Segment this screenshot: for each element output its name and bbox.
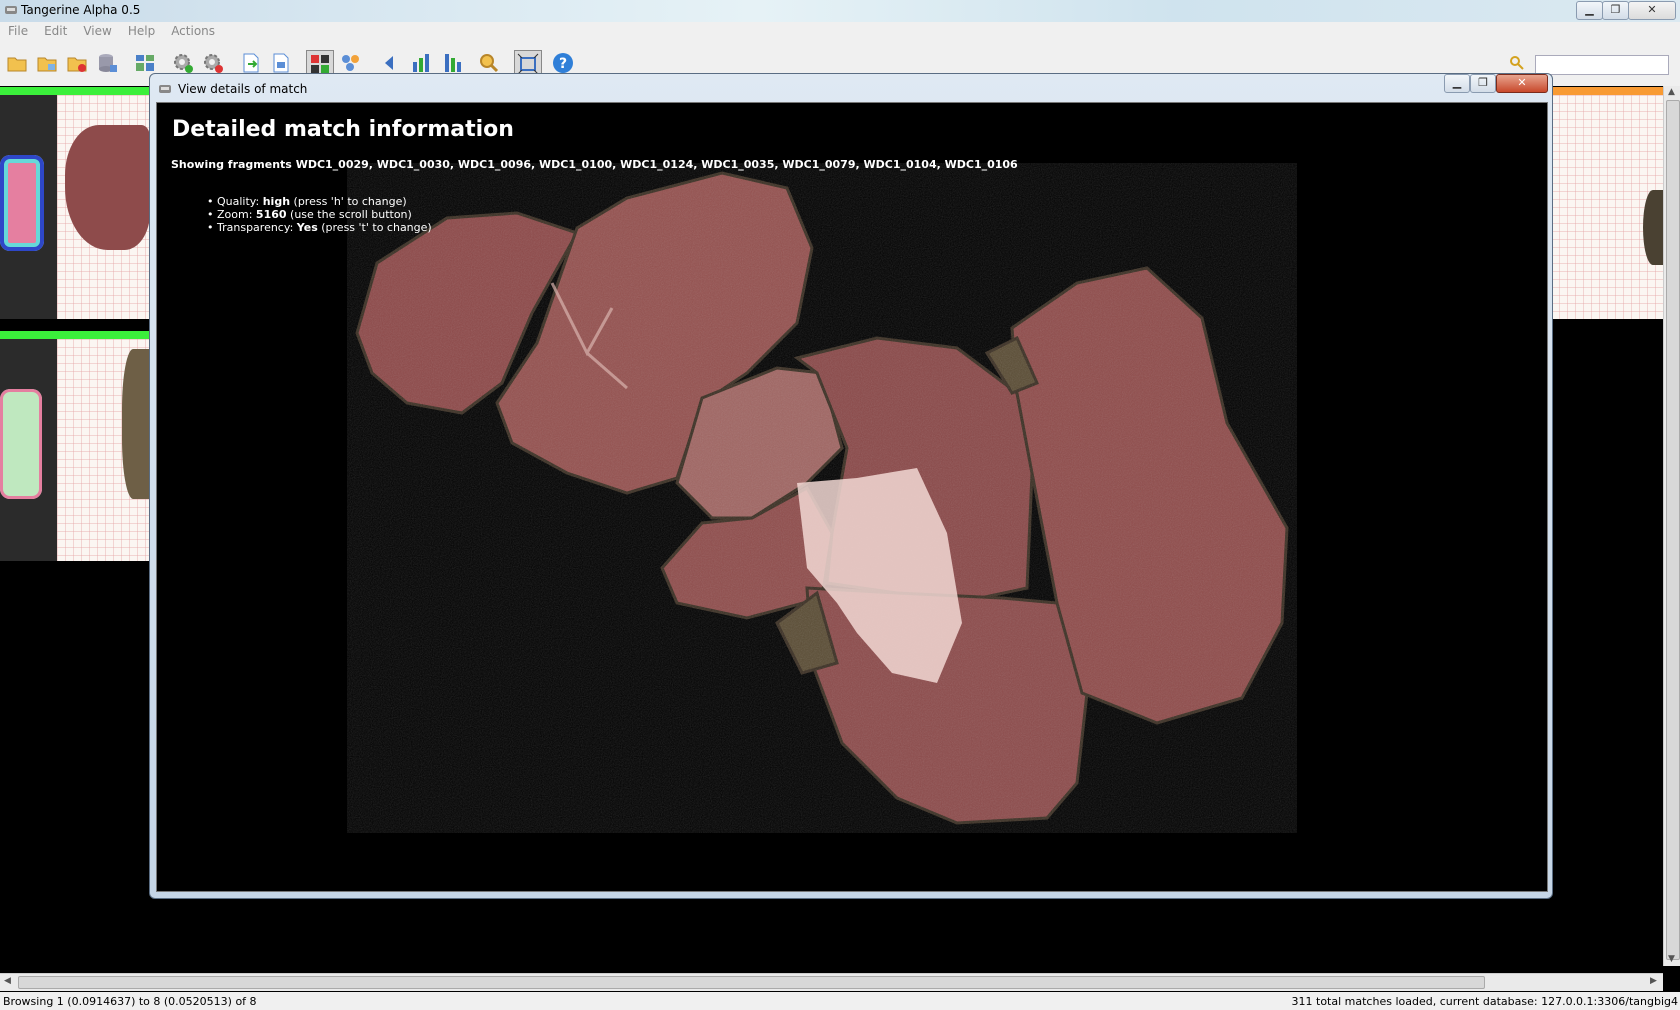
menu-bar: File Edit View Help Actions <box>0 22 1680 42</box>
quality-label: Quality: <box>217 195 263 208</box>
match-paper-view[interactable] <box>57 95 150 319</box>
vertical-scrollbar[interactable]: ▲ ▼ <box>1663 86 1680 966</box>
app-icon <box>5 6 17 14</box>
match-thumbnail[interactable] <box>0 95 57 319</box>
dialog-title: View details of match <box>178 82 308 96</box>
vertical-scroll-thumb[interactable] <box>1666 100 1680 960</box>
back-arrow-icon[interactable] <box>378 52 400 74</box>
menu-view[interactable]: View <box>75 22 119 40</box>
quality-hint: (press 'h' to change) <box>290 195 407 208</box>
settings-add-icon[interactable] <box>172 52 194 74</box>
render-settings-list: Quality: high (press 'h' to change) Zoom… <box>207 195 432 234</box>
scroll-down-arrow-icon[interactable]: ▼ <box>1668 954 1675 964</box>
menu-actions[interactable]: Actions <box>163 22 223 40</box>
fragment-preview <box>65 125 150 250</box>
maximize-button[interactable]: ❐ <box>1602 1 1629 20</box>
match-paper-view[interactable] <box>1551 95 1663 319</box>
transparency-setting: Transparency: Yes (press 't' to change) <box>207 221 432 234</box>
export-icon[interactable] <box>240 52 262 74</box>
status-bar: Browsing 1 (0.0914637) to 8 (0.0520513) … <box>0 992 1680 1010</box>
scroll-up-arrow-icon[interactable]: ▲ <box>1668 87 1675 97</box>
browsing-status: Browsing 1 (0.0914637) to 8 (0.0520513) … <box>3 995 257 1008</box>
fragments-list: Showing fragments WDC1_0029, WDC1_0030, … <box>171 158 1018 171</box>
zoom-setting: Zoom: 5160 (use the scroll button) <box>207 208 432 221</box>
transparency-hint: (press 't' to change) <box>317 221 432 234</box>
match-score-bar <box>0 87 150 95</box>
layout-icon[interactable] <box>134 52 156 74</box>
zoom-value: 5160 <box>255 208 287 221</box>
scroll-right-arrow-icon[interactable]: ▶ <box>1650 976 1657 986</box>
search-input[interactable] <box>1535 55 1669 75</box>
open-folder-icon[interactable] <box>36 52 58 74</box>
zoom-hint: (use the scroll button) <box>286 208 412 221</box>
zoom-label: Zoom: <box>217 208 256 221</box>
dialog-minimize-button[interactable]: ▁ <box>1444 74 1470 93</box>
fragment-heatmap <box>0 155 44 251</box>
search-icon <box>1510 56 1524 70</box>
zoom-search-icon[interactable] <box>478 52 500 74</box>
scroll-left-arrow-icon[interactable]: ◀ <box>4 976 11 986</box>
match-paper-view[interactable] <box>57 339 150 561</box>
fragments-label: Showing fragments <box>171 158 296 171</box>
match-thumbnail[interactable] <box>0 339 57 561</box>
minimize-button[interactable]: ▁ <box>1576 1 1603 20</box>
menu-file[interactable]: File <box>0 22 36 40</box>
settings-remove-icon[interactable] <box>202 52 224 74</box>
folder-delete-icon[interactable] <box>66 52 88 74</box>
app-icon <box>159 85 171 93</box>
export-page-icon[interactable] <box>270 52 292 74</box>
svg-text:?: ? <box>559 56 567 72</box>
sort-descending-icon[interactable] <box>442 52 464 74</box>
cluster-icon[interactable] <box>340 52 362 74</box>
quality-value: high <box>262 195 291 208</box>
window-titlebar: Tangerine Alpha 0.5 ▁ ❐ ✕ <box>0 0 1680 22</box>
match-score-bar <box>1551 87 1663 95</box>
match-score-bar <box>0 331 150 339</box>
open-folder-icon[interactable] <box>6 52 28 74</box>
close-button[interactable]: ✕ <box>1628 1 1676 20</box>
fragment-3d-viewport[interactable]: Detailed match information Showing fragm… <box>156 102 1548 892</box>
database-icon[interactable] <box>96 52 118 74</box>
fragment-preview <box>122 349 150 499</box>
sort-ascending-icon[interactable] <box>410 52 432 74</box>
fragments-names: WDC1_0029, WDC1_0030, WDC1_0096, WDC1_01… <box>295 158 1018 171</box>
fragment-preview <box>1643 190 1663 265</box>
window-title: Tangerine Alpha 0.5 <box>21 3 141 17</box>
dialog-maximize-button[interactable]: ❐ <box>1470 74 1496 93</box>
dialog-close-button[interactable]: ✕ <box>1496 74 1548 93</box>
help-icon[interactable]: ? <box>552 52 574 74</box>
menu-edit[interactable]: Edit <box>36 22 75 40</box>
transparency-value: Yes <box>296 221 318 234</box>
horizontal-scrollbar[interactable]: ◀ ▶ <box>0 973 1663 991</box>
quality-setting: Quality: high (press 'h' to change) <box>207 195 432 208</box>
transparency-label: Transparency: <box>217 221 297 234</box>
menu-help[interactable]: Help <box>120 22 163 40</box>
database-status: 311 total matches loaded, current databa… <box>1291 995 1678 1008</box>
dialog-heading: Detailed match information <box>172 117 514 142</box>
fragment-heatmap <box>0 389 42 499</box>
horizontal-scroll-thumb[interactable] <box>18 976 1485 989</box>
